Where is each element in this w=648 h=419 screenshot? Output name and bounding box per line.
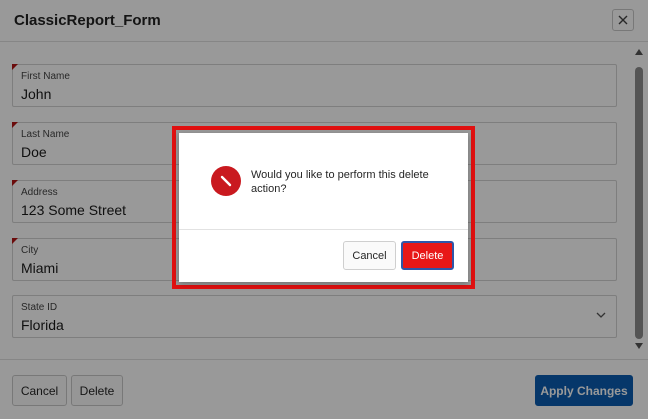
confirm-message-area: Would you like to perform this delete ac… [179, 133, 468, 230]
confirm-dialog: Would you like to perform this delete ac… [179, 133, 468, 282]
confirm-cancel-button[interactable]: Cancel [343, 241, 396, 270]
no-entry-icon [211, 166, 241, 196]
confirm-delete-button[interactable]: Delete [401, 241, 454, 270]
confirm-message: Would you like to perform this delete ac… [251, 169, 429, 195]
slash-icon [220, 175, 232, 187]
